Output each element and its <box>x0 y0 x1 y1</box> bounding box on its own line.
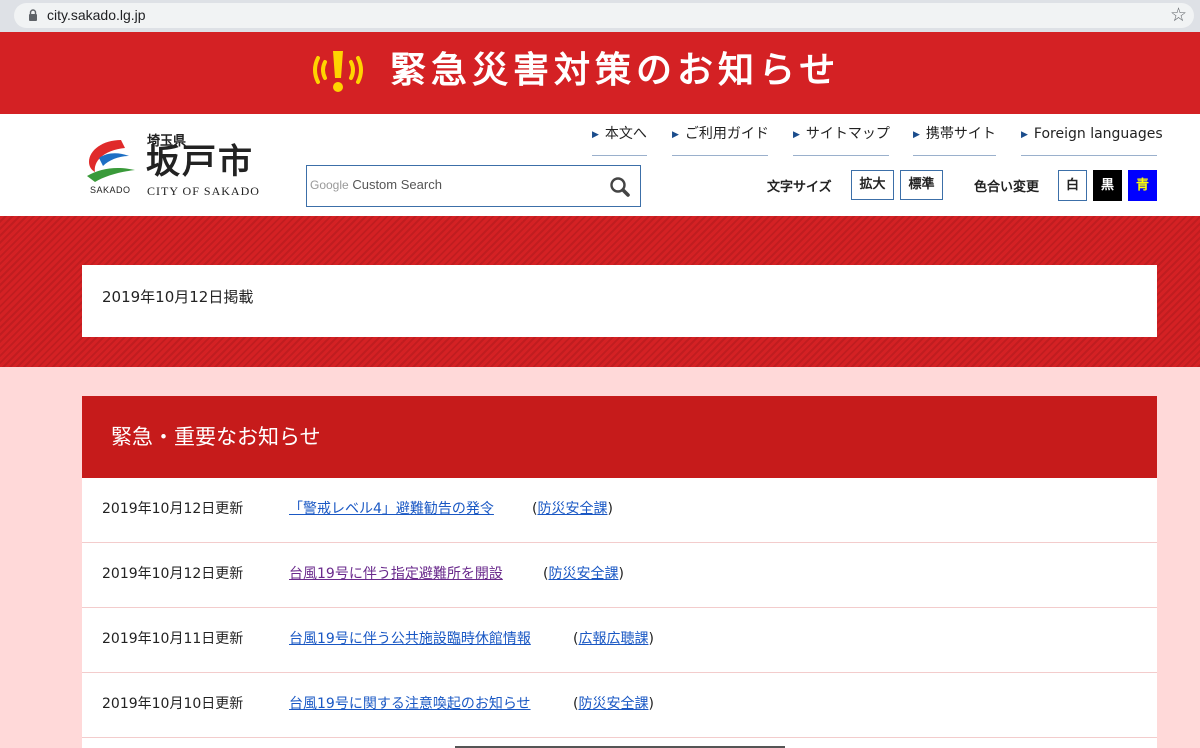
color-change-label: 色合い変更 <box>974 180 1040 195</box>
logo-city-name[interactable]: 坂戸市 <box>146 141 254 183</box>
dept-link[interactable]: 防災安全課 <box>537 501 607 517</box>
news-date: 2019年10月12日更新 <box>102 501 244 517</box>
emergency-banner[interactable]: 緊急災害対策のお知らせ <box>0 32 1200 114</box>
nav-sitemap[interactable]: ▶ サイトマップ <box>793 124 890 156</box>
search-icon[interactable] <box>609 176 631 198</box>
triangle-right-icon: ▶ <box>1021 130 1028 140</box>
news-dept: (防災安全課) <box>543 566 624 582</box>
logo-mark-text: SAKADO <box>90 185 131 195</box>
news-dept: (広報広聴課) <box>573 631 654 647</box>
search-placeholder: Google Custom Search <box>310 177 442 192</box>
news-date: 2019年10月11日更新 <box>102 631 244 647</box>
color-black-button[interactable]: 黒 <box>1093 170 1122 201</box>
font-size-standard-button[interactable]: 標準 <box>900 170 943 200</box>
posted-date: 2019年10月12日掲載 <box>102 288 254 306</box>
news-heading-bar: 緊急・重要なお知らせ <box>82 396 1157 478</box>
list-item: 2019年10月10日更新 台風19号に関する注意喚起のお知らせ (防災安全課) <box>82 673 1157 738</box>
news-link[interactable]: 台風19号に伴う公共施設臨時休館情報 <box>289 628 531 648</box>
news-link[interactable]: 「警戒レベル4」避難勧告の発令 <box>289 498 494 518</box>
nav-mobile-site[interactable]: ▶ 携帯サイト <box>913 124 996 156</box>
search-input[interactable]: Google Custom Search <box>306 165 641 207</box>
nav-usage-guide[interactable]: ▶ ご利用ガイド <box>672 124 769 156</box>
news-date: 2019年10月12日更新 <box>102 566 244 582</box>
news-heading: 緊急・重要なお知らせ <box>111 425 321 449</box>
bookmark-star-icon[interactable]: ☆ <box>1170 3 1187 27</box>
nav-foreign-languages[interactable]: ▶ Foreign languages <box>1021 124 1163 156</box>
browser-address-bar: city.sakado.lg.jp ☆ <box>0 0 1200 32</box>
news-link[interactable]: 台風19号に関する注意喚起のお知らせ <box>289 693 531 713</box>
dept-link[interactable]: 防災安全課 <box>578 696 648 712</box>
url-text[interactable]: city.sakado.lg.jp <box>47 5 146 25</box>
color-blue-button[interactable]: 青 <box>1128 170 1157 201</box>
lock-icon <box>29 9 37 21</box>
list-item: 2019年10月12日更新 台風19号に伴う指定避難所を開設 (防災安全課) <box>82 543 1157 608</box>
news-list: 2019年10月12日更新 「警戒レベル4」避難勧告の発令 (防災安全課) 20… <box>82 478 1157 748</box>
banner-title: 緊急災害対策のお知らせ <box>390 50 841 91</box>
list-item: 2019年10月11日更新 台風19号に伴う公共施設臨時休館情報 (広報広聴課) <box>82 608 1157 673</box>
triangle-right-icon: ▶ <box>913 130 920 140</box>
list-item: 2019年10月12日更新 「警戒レベル4」避難勧告の発令 (防災安全課) <box>82 478 1157 543</box>
news-dept: (防災安全課) <box>532 501 613 517</box>
color-white-button[interactable]: 白 <box>1058 170 1087 201</box>
news-date: 2019年10月10日更新 <box>102 696 244 712</box>
dept-link[interactable]: 防災安全課 <box>548 566 618 582</box>
posted-date-box: 2019年10月12日掲載 <box>82 265 1157 337</box>
font-size-enlarge-button[interactable]: 拡大 <box>851 170 894 200</box>
alert-icon <box>313 51 363 92</box>
dept-link[interactable]: 広報広聴課 <box>578 631 648 647</box>
news-dept: (防災安全課) <box>573 696 654 712</box>
site-header: SAKADO 埼玉県 坂戸市 CITY OF SAKADO Google Cus… <box>0 114 1200 216</box>
logo-english-name: CITY OF SAKADO <box>147 184 260 198</box>
font-size-label: 文字サイズ <box>767 180 832 195</box>
url-field[interactable] <box>14 3 1194 28</box>
news-link[interactable]: 台風19号に伴う指定避難所を開設 <box>289 563 503 583</box>
triangle-right-icon: ▶ <box>793 130 800 140</box>
triangle-right-icon: ▶ <box>592 130 599 140</box>
nav-skip-to-content[interactable]: ▶ 本文へ <box>592 124 647 156</box>
city-logo-icon[interactable] <box>83 136 137 184</box>
triangle-right-icon: ▶ <box>672 130 679 140</box>
